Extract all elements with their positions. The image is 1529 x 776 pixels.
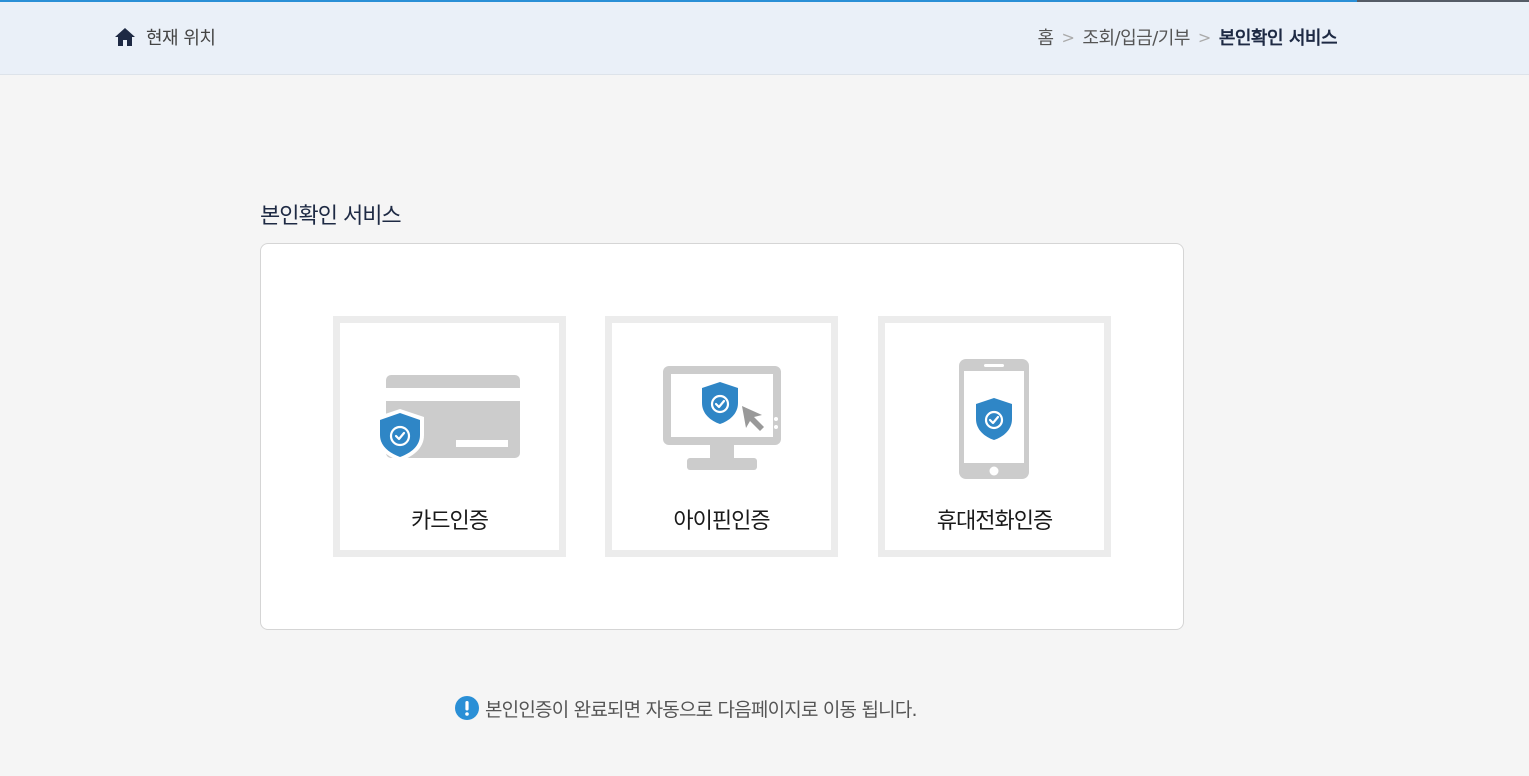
breadcrumb-category[interactable]: 조회/입금/기부	[1082, 24, 1190, 50]
breadcrumb-separator: >	[1197, 27, 1211, 47]
home-icon	[115, 28, 135, 46]
credit-card-shield-icon	[376, 375, 520, 461]
current-location: 현재 위치	[114, 24, 216, 50]
location-label: 현재 위치	[146, 28, 216, 49]
exclamation-icon	[455, 696, 479, 720]
location-bar: 현재 위치 홈 > 조회/입금/기부 > 본인확인 서비스	[0, 2, 1529, 75]
auth-options-panel: 카드인증 아이핀인증 휴대전화인증	[260, 243, 1184, 630]
ipin-auth-button[interactable]: 아이핀인증	[605, 316, 838, 557]
breadcrumb-home[interactable]: 홈	[1037, 24, 1054, 50]
auto-redirect-notice: 본인인증이 완료되면 자동으로 다음페이지로 이동 됩니다.	[455, 694, 918, 722]
ipin-auth-label: 아이핀인증	[673, 509, 770, 534]
monitor-shield-icon	[663, 366, 781, 470]
mobile-auth-button[interactable]: 휴대전화인증	[878, 316, 1111, 557]
notice-text: 본인인증이 완료되면 자동으로 다음페이지로 이동 됩니다.	[485, 698, 918, 721]
breadcrumb-current: 본인확인 서비스	[1218, 28, 1338, 49]
breadcrumb-separator: >	[1061, 27, 1075, 47]
card-auth-button[interactable]: 카드인증	[333, 316, 566, 557]
mobile-auth-label: 휴대전화인증	[936, 509, 1053, 534]
page-title: 본인확인 서비스	[260, 204, 402, 229]
card-auth-label: 카드인증	[411, 509, 489, 534]
mobile-phone-shield-icon	[959, 359, 1029, 479]
breadcrumb: 홈 > 조회/입금/기부 > 본인확인 서비스	[1037, 24, 1337, 50]
